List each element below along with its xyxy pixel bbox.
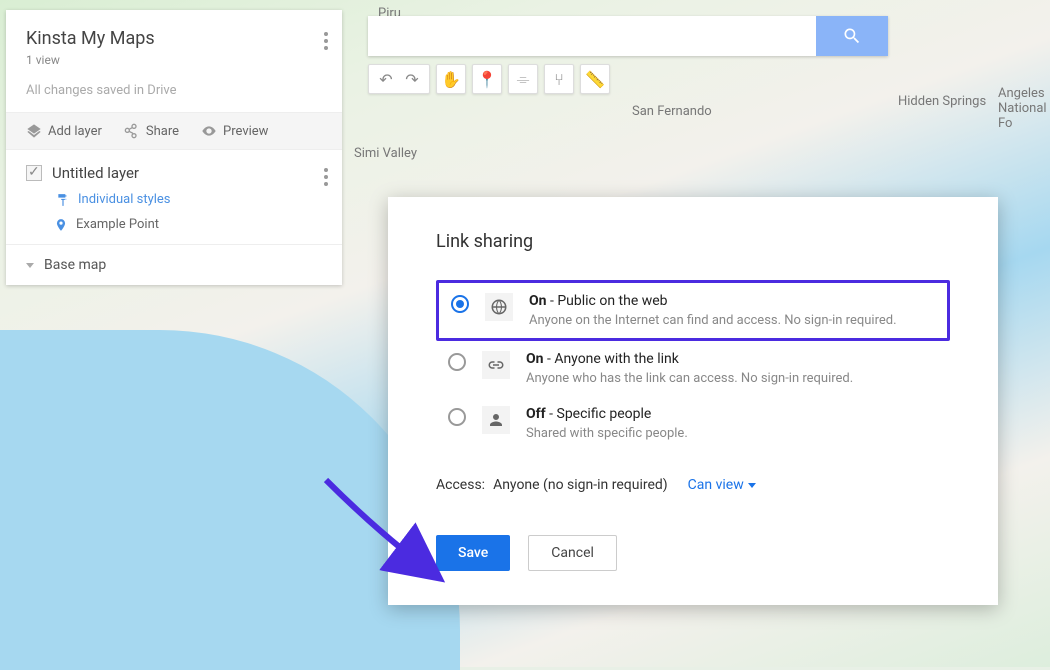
dialog-title: Link sharing	[436, 231, 950, 252]
redo-icon[interactable]: ↷	[405, 70, 418, 89]
line-tool[interactable]: ⌯	[508, 64, 538, 94]
basemap-label: Base map	[44, 257, 106, 273]
sharing-option-public[interactable]: On - Public on the web Anyone on the Int…	[436, 280, 950, 341]
layer-feature[interactable]: Example Point	[54, 217, 322, 232]
option-rest: - Public on the web	[547, 293, 668, 309]
cancel-button[interactable]: Cancel	[528, 535, 617, 571]
layers-icon	[26, 123, 42, 139]
map-toolbar: ↶ ↷ ✋ 📍 ⌯ ⑂ 📏	[368, 64, 610, 94]
hand-icon: ✋	[441, 70, 461, 89]
layer-name: Untitled layer	[52, 164, 139, 182]
save-status: All changes saved in Drive	[26, 83, 322, 98]
search-button[interactable]	[816, 16, 888, 56]
share-button[interactable]: Share	[124, 123, 179, 139]
sharing-option-link[interactable]: On - Anyone with the link Anyone who has…	[436, 341, 950, 396]
map-pin-icon	[54, 218, 68, 232]
share-label: Share	[146, 124, 179, 139]
permission-dropdown[interactable]: Can view	[688, 477, 756, 493]
map-panel: Kinsta My Maps 1 view All changes saved …	[6, 10, 342, 285]
add-layer-label: Add layer	[48, 124, 102, 139]
globe-icon	[485, 293, 513, 321]
sharing-option-specific[interactable]: Off - Specific people Shared with specif…	[436, 396, 950, 451]
map-place-label: Hidden Springs	[898, 94, 986, 109]
map-place-label: Angeles National Fo	[998, 86, 1050, 131]
search-icon	[842, 26, 862, 46]
radio-icon[interactable]	[448, 353, 466, 371]
layer-menu-button[interactable]	[324, 164, 328, 183]
option-rest: - Anyone with the link	[544, 351, 679, 367]
route-icon: ⑂	[554, 70, 564, 89]
link-icon	[482, 351, 510, 379]
radio-selected-icon[interactable]	[451, 295, 469, 313]
undo-redo-group: ↶ ↷	[368, 64, 430, 94]
option-desc: Anyone on the Internet can find and acce…	[529, 313, 897, 328]
map-views: 1 view	[26, 53, 322, 67]
caret-down-icon	[748, 483, 756, 488]
preview-button[interactable]: Preview	[201, 123, 268, 139]
radio-icon[interactable]	[448, 408, 466, 426]
share-icon	[124, 123, 140, 139]
permission-label: Can view	[688, 477, 744, 493]
paint-roller-icon	[56, 193, 70, 207]
kebab-icon	[324, 39, 328, 43]
layer-style-label: Individual styles	[78, 192, 171, 207]
polyline-icon: ⌯	[517, 69, 530, 89]
layer-toggle[interactable]: Untitled layer	[26, 164, 322, 182]
checkbox-icon	[26, 165, 42, 181]
option-bold: Off	[526, 406, 546, 422]
link-sharing-dialog: Link sharing On - Public on the web Anyo…	[388, 197, 998, 605]
option-desc: Anyone who has the link can access. No s…	[526, 371, 853, 386]
eye-icon	[201, 123, 217, 139]
access-value: Anyone (no sign-in required)	[493, 477, 668, 493]
ruler-icon: 📏	[585, 70, 605, 89]
measure-tool[interactable]: 📏	[580, 64, 610, 94]
hand-tool[interactable]: ✋	[436, 64, 466, 94]
layer-style-button[interactable]: Individual styles	[56, 192, 322, 207]
preview-label: Preview	[223, 124, 268, 139]
option-rest: - Specific people	[546, 406, 652, 422]
map-place-label: San Fernando	[632, 104, 712, 119]
caret-down-icon	[26, 263, 34, 268]
search-bar	[368, 16, 888, 56]
pin-icon: 📍	[477, 70, 497, 89]
option-bold: On	[529, 293, 547, 309]
person-icon	[482, 406, 510, 434]
layer-feature-label: Example Point	[76, 217, 159, 232]
map-title[interactable]: Kinsta My Maps	[26, 28, 322, 49]
directions-tool[interactable]: ⑂	[544, 64, 574, 94]
save-button[interactable]: Save	[436, 535, 510, 571]
panel-menu-button[interactable]	[324, 28, 328, 47]
access-label: Access:	[436, 477, 485, 493]
undo-icon[interactable]: ↶	[379, 70, 392, 89]
search-input[interactable]	[368, 16, 816, 56]
option-bold: On	[526, 351, 544, 367]
option-desc: Shared with specific people.	[526, 426, 688, 441]
add-layer-button[interactable]: Add layer	[26, 123, 102, 139]
marker-tool[interactable]: 📍	[472, 64, 502, 94]
map-place-label: Simi Valley	[354, 146, 417, 161]
kebab-icon	[324, 175, 328, 179]
basemap-button[interactable]: Base map	[6, 245, 342, 285]
